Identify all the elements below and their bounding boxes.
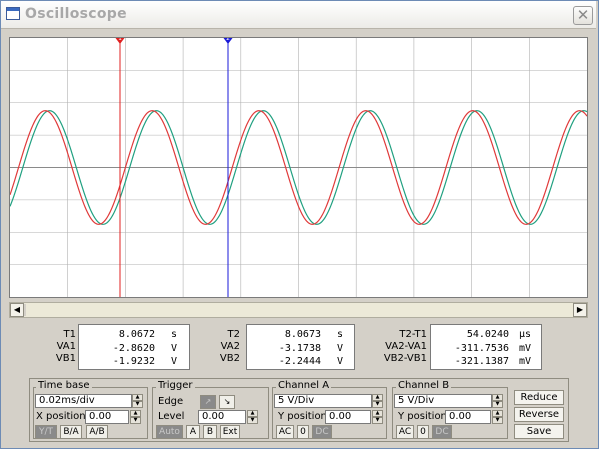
scroll-thumb[interactable] <box>24 304 26 316</box>
scroll-right-icon[interactable]: ▶ <box>573 303 587 317</box>
timebase-title: Time base <box>36 380 92 391</box>
va2-value: -3.1738 <box>278 343 321 354</box>
channel-b-ypos-label: Y position <box>398 411 447 422</box>
spin-down-icon[interactable]: ▼ <box>130 417 141 424</box>
channel-a-dc-button[interactable]: DC <box>312 425 332 439</box>
t2-value: 8.0673 <box>284 329 321 340</box>
mode-yt-button[interactable]: Y/T <box>35 425 57 439</box>
vb2-value: -2.2444 <box>278 356 321 367</box>
channel-b-ypos-field[interactable]: 0.00 <box>445 410 491 424</box>
channel-a-scale-field[interactable]: 5 V/Div <box>274 394 372 408</box>
t2-readout: 8.0673 s -3.1738 V -2.2444 V <box>246 324 355 370</box>
level-label: Level <box>158 411 185 422</box>
reverse-button[interactable]: Reverse <box>514 407 564 422</box>
spin-down-icon[interactable]: ▼ <box>492 401 503 408</box>
t2-unit: s <box>337 329 344 340</box>
channel-a-ypos-spinner[interactable]: ▲ ▼ <box>372 410 383 424</box>
t2-label: T2 <box>227 329 240 340</box>
close-button[interactable]: ✕ <box>573 6 593 25</box>
spin-up-icon[interactable]: ▲ <box>130 410 141 417</box>
va-diff-unit: mV <box>519 343 532 354</box>
spin-up-icon[interactable]: ▲ <box>372 394 383 401</box>
channel-b-ypos-spinner[interactable]: ▲ ▼ <box>492 410 503 424</box>
channel-b-scale-field[interactable]: 5 V/Div <box>394 394 492 408</box>
trigger-a-button[interactable]: A <box>186 425 200 439</box>
trigger-level-field[interactable]: 0.00 <box>198 410 246 424</box>
timebase-scale-spinner[interactable]: ▲ ▼ <box>132 394 143 408</box>
vb1-unit: V <box>171 356 178 367</box>
mode-ab-button[interactable]: A/B <box>86 425 108 439</box>
channel-a-ypos-field[interactable]: 0.00 <box>325 410 371 424</box>
rising-edge-icon[interactable]: ↗ <box>200 395 216 409</box>
spin-down-icon[interactable]: ▼ <box>492 417 503 424</box>
t1-value: 8.0672 <box>118 329 155 340</box>
spin-up-icon[interactable]: ▲ <box>247 410 258 417</box>
spin-up-icon[interactable]: ▲ <box>372 410 383 417</box>
vb1-label: VB1 <box>55 353 76 364</box>
trigger-level-spinner[interactable]: ▲ ▼ <box>247 410 258 424</box>
va-diff-value: -311.7536 <box>454 343 509 354</box>
save-button[interactable]: Save <box>514 424 564 439</box>
trigger-b-button[interactable]: B <box>203 425 217 439</box>
edge-label: Edge <box>158 396 184 407</box>
mode-ba-button[interactable]: B/A <box>60 425 82 439</box>
vb2-label: VB2 <box>219 353 240 364</box>
channel-a-ypos-label: Y position <box>278 411 327 422</box>
vb2-unit: V <box>337 356 344 367</box>
va-diff-label: VA2-VA1 <box>385 341 427 352</box>
t1-readout: 8.0672 s -2.8620 V -1.9232 V <box>78 324 190 370</box>
spin-up-icon[interactable]: ▲ <box>492 410 503 417</box>
horizontal-scrollbar[interactable]: ◀ ▶ <box>9 302 588 318</box>
channel-a-ac-button[interactable]: AC <box>276 425 294 439</box>
xposition-field[interactable]: 0.00 <box>85 410 129 424</box>
trigger-title: Trigger <box>156 380 195 391</box>
va1-value: -2.8620 <box>112 343 155 354</box>
channel-b-scale-spinner[interactable]: ▲ ▼ <box>492 394 503 408</box>
vb-diff-value: -321.1387 <box>454 356 509 367</box>
channel-b-ac-button[interactable]: AC <box>396 425 414 439</box>
scroll-left-icon[interactable]: ◀ <box>10 303 24 317</box>
timebase-scale-field[interactable]: 0.02ms/div <box>35 394 132 408</box>
reduce-button[interactable]: Reduce <box>514 390 564 405</box>
t1-label: T1 <box>63 329 76 340</box>
t-diff-value: 54.0240 <box>466 329 509 340</box>
cursor-1-label: 1 <box>118 38 122 42</box>
va2-label: VA2 <box>220 341 240 352</box>
vb-diff-label: VB2-VB1 <box>383 353 427 364</box>
va1-unit: V <box>171 343 178 354</box>
cursor-2-label: 2 <box>226 38 230 42</box>
spin-down-icon[interactable]: ▼ <box>132 401 143 408</box>
channel-b-title: Channel B <box>396 380 452 391</box>
window-title: Oscilloscope <box>25 6 127 22</box>
channel-a-zero-button[interactable]: 0 <box>297 425 309 439</box>
t1-labels: T1 VA1 VB1 <box>36 329 76 364</box>
spin-up-icon[interactable]: ▲ <box>132 394 143 401</box>
spin-down-icon[interactable]: ▼ <box>247 417 258 424</box>
va2-unit: V <box>337 343 344 354</box>
xposition-spinner[interactable]: ▲ ▼ <box>130 410 141 424</box>
spin-down-icon[interactable]: ▼ <box>372 401 383 408</box>
spin-down-icon[interactable]: ▼ <box>372 417 383 424</box>
vb1-value: -1.9232 <box>112 356 155 367</box>
diff-readout: 54.0240 µs -311.7536 mV -321.1387 mV <box>430 324 542 370</box>
va1-label: VA1 <box>56 341 76 352</box>
t-diff-unit: µs <box>519 329 532 340</box>
xposition-label: X position <box>36 411 86 422</box>
vb-diff-unit: mV <box>519 356 532 367</box>
window-icon <box>6 7 20 20</box>
trigger-ext-button[interactable]: Ext <box>220 425 240 439</box>
channel-b-dc-button[interactable]: DC <box>432 425 452 439</box>
t2-labels: T2 VA2 VB2 <box>200 329 240 364</box>
falling-edge-icon[interactable]: ↘ <box>219 395 235 409</box>
scope-display: 1 2 <box>10 38 587 297</box>
t-diff-label: T2-T1 <box>399 329 427 340</box>
spin-up-icon[interactable]: ▲ <box>492 394 503 401</box>
channel-a-scale-spinner[interactable]: ▲ ▼ <box>372 394 383 408</box>
t1-unit: s <box>171 329 178 340</box>
channel-b-zero-button[interactable]: 0 <box>417 425 429 439</box>
title-bar[interactable]: Oscilloscope ✕ <box>1 1 596 29</box>
diff-labels: T2-T1 VA2-VA1 VB2-VB1 <box>383 329 427 364</box>
channel-a-title: Channel A <box>276 380 332 391</box>
trigger-auto-button[interactable]: Auto <box>156 425 183 439</box>
